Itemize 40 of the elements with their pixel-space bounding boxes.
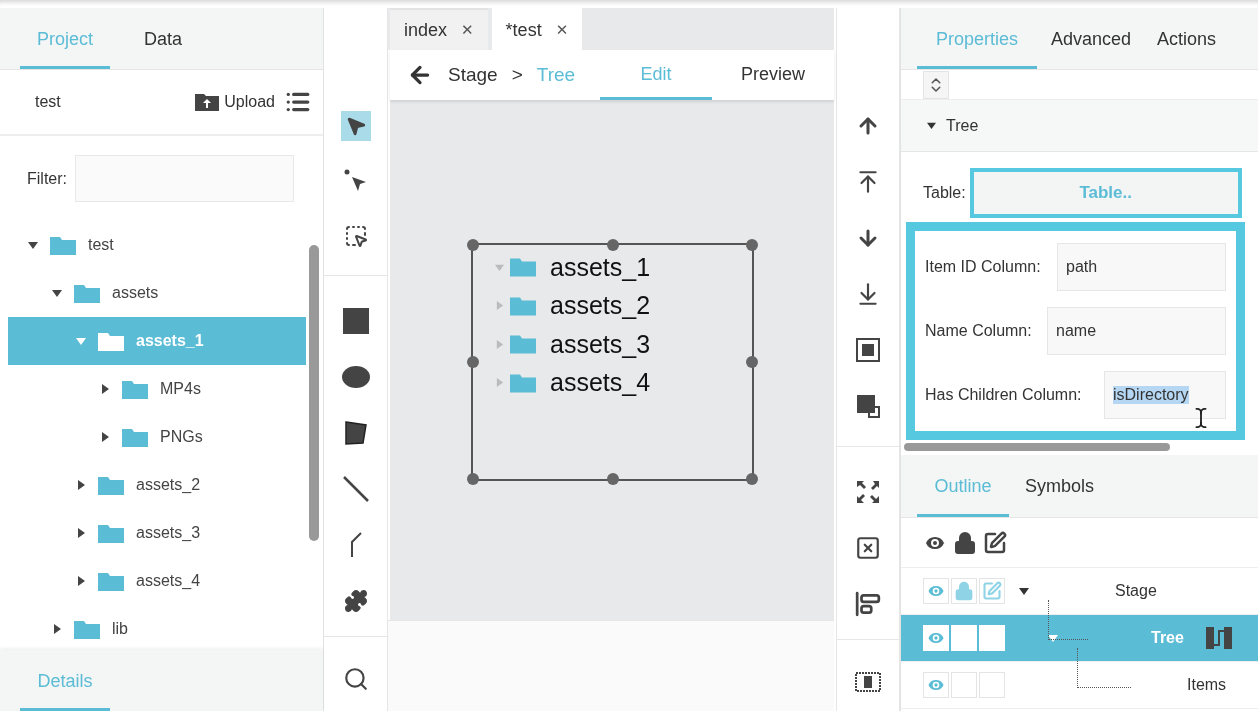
document-tab[interactable]: *test ✕ — [491, 8, 583, 50]
tree-node-label: assets_2 — [550, 291, 651, 321]
panel-tab[interactable]: Advanced — [1039, 8, 1144, 69]
upload-button[interactable]: Upload — [193, 91, 277, 113]
layer-name: Stage — [1115, 582, 1157, 600]
document-tab[interactable]: index ✕ — [390, 8, 488, 50]
breadcrumb-link[interactable]: Stage — [448, 64, 498, 86]
file-tree-item[interactable]: assets_2 — [8, 461, 306, 509]
tree-node-label: assets_3 — [550, 329, 651, 359]
section-header[interactable]: Tree — [901, 100, 1258, 152]
field-label: Item ID Column: — [925, 258, 1041, 276]
tab-title: *test — [505, 19, 542, 41]
close-button[interactable]: ✕ — [461, 21, 474, 39]
tree-node-label: assets_1 — [550, 252, 651, 282]
mode-tab[interactable]: Preview — [712, 50, 834, 100]
table-label: Table: — [923, 184, 966, 202]
file-tree-item[interactable]: lib — [8, 605, 306, 650]
section-title: Tree — [946, 116, 979, 135]
file-tree-item[interactable]: test — [8, 221, 306, 269]
tree-node-label: assets_4 — [550, 368, 651, 398]
file-tree-item[interactable]: MP4s — [8, 365, 306, 413]
panel-tab[interactable]: Data — [118, 8, 208, 69]
close-button[interactable]: ✕ — [555, 21, 569, 39]
project-name: test — [35, 93, 61, 111]
file-tree-item[interactable]: assets_4 — [8, 557, 306, 605]
file-tree-item[interactable]: PNGs — [8, 413, 306, 461]
file-tree-item[interactable]: assets — [8, 269, 306, 317]
filter-label: Filter: — [27, 169, 67, 188]
file-tree-item[interactable]: assets_3 — [8, 509, 306, 557]
tab-title: index — [404, 19, 448, 41]
panel-tab[interactable]: Symbols — [1013, 455, 1107, 517]
panel-tab[interactable]: Actions — [1145, 8, 1229, 69]
input-field[interactable]: name — [1047, 307, 1226, 355]
input-field[interactable]: isDirectory — [1104, 371, 1226, 419]
layer-name: Items — [1187, 676, 1227, 694]
field-label: Has Children Column: — [925, 386, 1082, 404]
field-label: Name Column: — [925, 322, 1032, 340]
layer-name: Tree — [1151, 629, 1184, 647]
breadcrumb-separator: > — [511, 64, 523, 86]
input-field[interactable]: path — [1057, 243, 1226, 291]
